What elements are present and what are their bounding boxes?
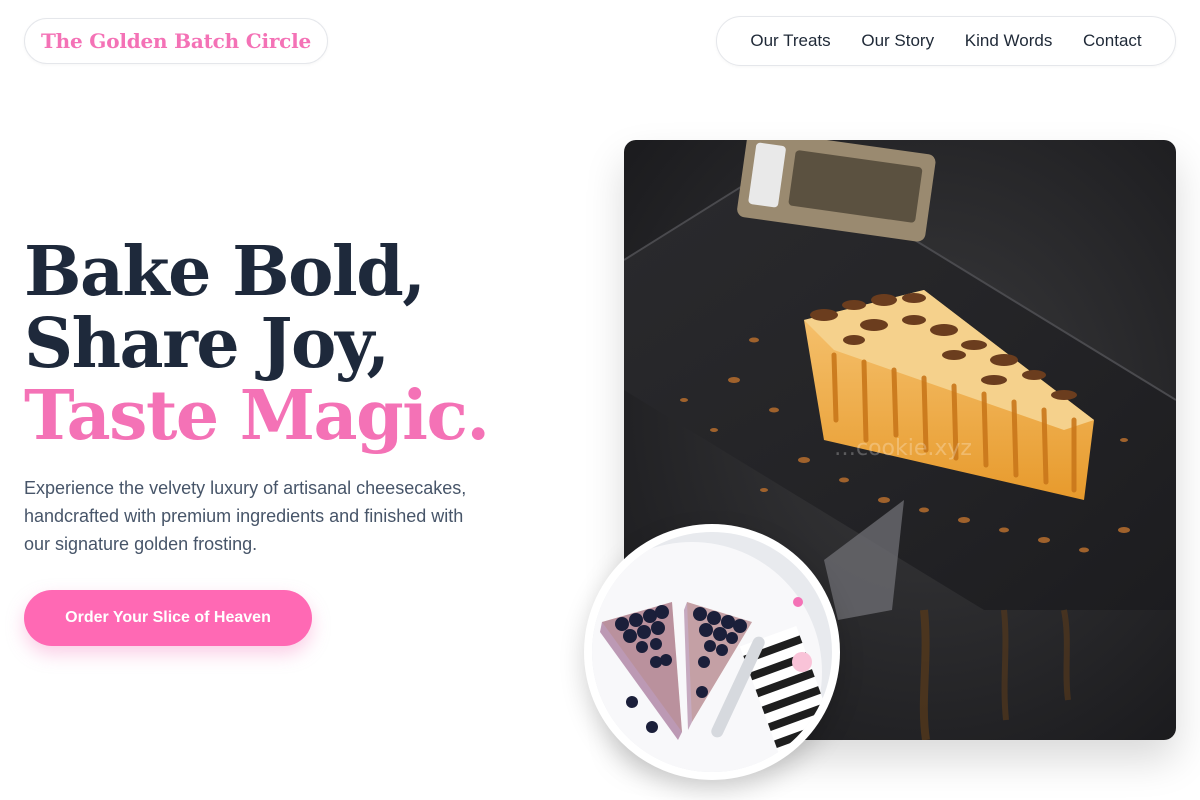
hero-title-line-2: Share Joy, — [24, 304, 390, 384]
hero-title-line-1: Bake Bold, — [24, 232, 426, 312]
main-nav: Our Treats Our Story Kind Words Contact — [716, 16, 1176, 66]
nav-link-our-story[interactable]: Our Story — [861, 31, 934, 51]
order-cta-button[interactable]: Order Your Slice of Heaven — [24, 590, 312, 646]
watermark-text: …cookie.xyz — [834, 436, 972, 461]
hero-title: Bake Bold, Share Joy, Taste Magic. — [24, 232, 490, 456]
blueberry-cheesecake-photo — [592, 532, 832, 772]
nav-link-contact[interactable]: Contact — [1083, 31, 1142, 51]
nav-link-our-treats[interactable]: Our Treats — [750, 31, 830, 51]
inset-blueberry-image — [584, 524, 840, 780]
brand-logo-text[interactable]: The Golden Batch Circle — [41, 29, 311, 53]
hero-title-line-3: Taste Magic. — [24, 376, 490, 456]
hero-description: Experience the velvety luxury of artisan… — [24, 478, 467, 554]
nav-link-kind-words[interactable]: Kind Words — [965, 31, 1053, 51]
logo-pill[interactable]: The Golden Batch Circle — [24, 18, 329, 64]
